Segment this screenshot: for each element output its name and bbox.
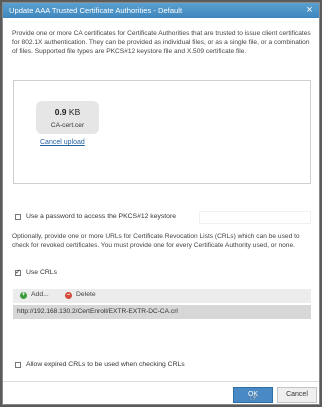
- uploaded-file-tile: 0.9 KB CA-cert.cer: [36, 101, 99, 134]
- file-name: CA-cert.cer: [50, 122, 85, 129]
- delete-crl-button[interactable]: Delete: [76, 291, 96, 298]
- crl-toolbar: + Add... – Delete: [13, 289, 311, 303]
- dialog-titlebar: Update AAA Trusted Certificate Authoriti…: [3, 3, 319, 18]
- crl-note-text: Optionally, provide one or more URLs for…: [12, 233, 300, 249]
- file-size-unit: KB: [68, 107, 81, 117]
- allow-expired-crls-checkbox[interactable]: [15, 362, 21, 368]
- use-crls-label: Use CRLs: [26, 269, 57, 276]
- add-crl-button[interactable]: Add...: [31, 291, 49, 298]
- mouse-pointer-icon: ☞: [249, 392, 259, 404]
- allow-expired-crls-label: Allow expired CRLs to be used when check…: [26, 361, 185, 368]
- password-field[interactable]: [199, 211, 311, 224]
- close-icon[interactable]: ×: [304, 5, 315, 16]
- dialog-title: Update AAA Trusted Certificate Authoriti…: [9, 6, 183, 15]
- intro-text: Provide one or more CA certificates for …: [12, 30, 311, 55]
- certificate-upload-area[interactable]: 0.9 KB CA-cert.cer Cancel upload: [13, 80, 311, 184]
- file-size-value: 0.9: [54, 107, 67, 117]
- crl-url-row[interactable]: http://192.168.130.2/CertEnroll/EXTR-EXT…: [13, 305, 311, 319]
- use-password-checkbox[interactable]: [15, 214, 21, 220]
- file-size: 0.9 KB: [36, 107, 99, 117]
- use-password-label: Use a password to access the PKCS#12 key…: [26, 213, 176, 220]
- footer-divider: [3, 381, 319, 382]
- add-icon[interactable]: +: [20, 292, 27, 299]
- cancel-upload-link[interactable]: Cancel upload: [40, 139, 85, 146]
- delete-icon[interactable]: –: [65, 292, 72, 299]
- use-crls-checkbox[interactable]: [15, 268, 21, 276]
- update-trusted-ca-dialog: Update AAA Trusted Certificate Authoriti…: [2, 2, 320, 405]
- cancel-button[interactable]: Cancel: [277, 387, 317, 403]
